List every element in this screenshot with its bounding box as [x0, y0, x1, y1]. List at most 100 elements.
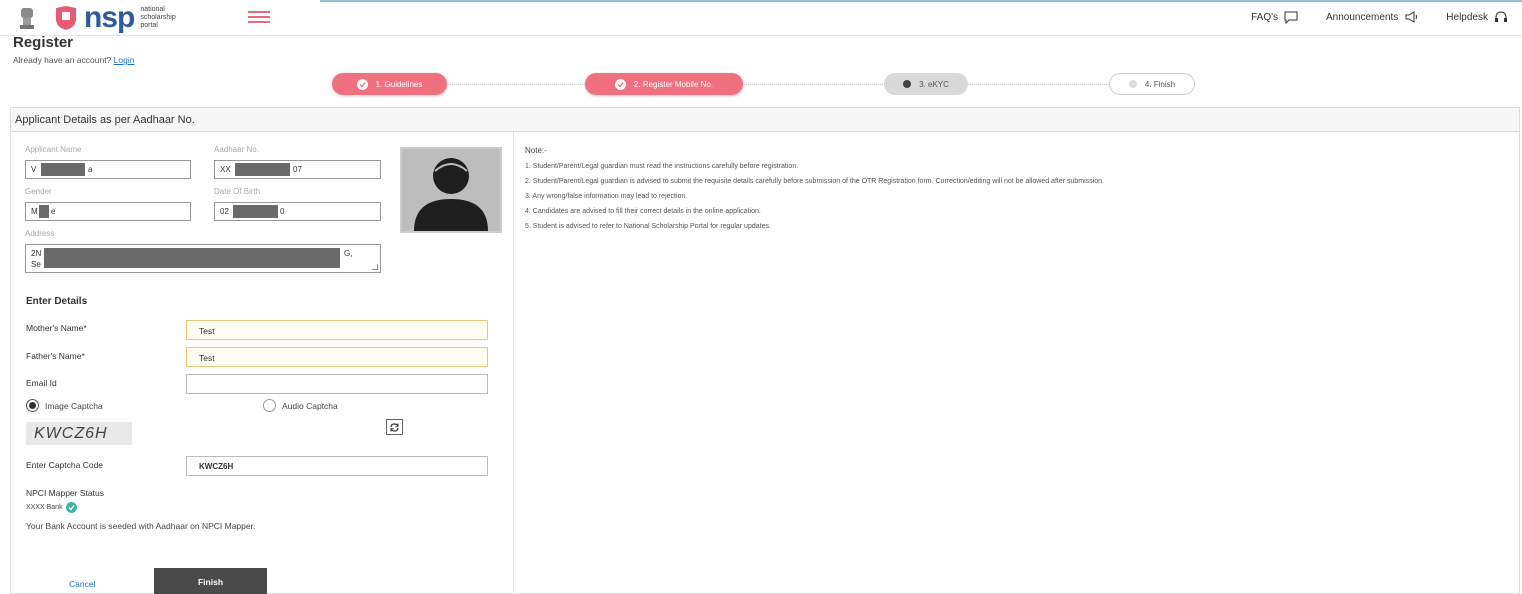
nsp-logo[interactable]: nsp national scholarship portal: [54, 1, 190, 34]
radio-unselected-icon: [263, 399, 276, 412]
field-value-end: 07: [293, 165, 302, 174]
nsp-shield-icon: [56, 6, 76, 30]
refresh-icon: [390, 422, 399, 432]
step-label: 2. Register Mobile No.: [633, 79, 714, 89]
step-dot-icon: [1128, 80, 1137, 88]
dob-label: Date Of Birth: [214, 187, 261, 196]
mother-name-label: Mother's Name*: [26, 323, 87, 333]
note-item: 2. Student/Parent/Legal guardian is advi…: [525, 178, 1104, 185]
step-guidelines[interactable]: 1. Guidelines: [332, 73, 447, 95]
verified-badge-icon: [65, 502, 77, 513]
father-name-input[interactable]: Test: [186, 347, 488, 367]
redaction-block: [41, 163, 85, 176]
applicant-name-field: V a: [25, 160, 191, 179]
redaction-block: [235, 163, 290, 176]
step-register-mobile[interactable]: 2. Register Mobile No.: [585, 73, 743, 95]
finish-button[interactable]: Finish: [154, 568, 267, 594]
faq-link[interactable]: FAQ's: [1251, 10, 1298, 24]
applicant-panel: Applicant Details as per Aadhaar No. App…: [10, 107, 1520, 594]
stepper-line: [447, 84, 1167, 85]
father-name-label: Father's Name*: [26, 351, 85, 361]
step-dot-icon: [903, 80, 912, 88]
panel-header: Applicant Details as per Aadhaar No.: [11, 108, 1519, 132]
field-value-end: 0: [280, 207, 285, 216]
applicant-photo: [400, 147, 502, 233]
redaction-block: [39, 205, 49, 218]
header-accent-line: [320, 0, 1522, 2]
field-value-end: a: [88, 165, 93, 174]
headset-icon: [1495, 11, 1507, 22]
dob-field: 02 0: [214, 202, 381, 221]
redaction-block: [44, 248, 340, 268]
column-divider: [513, 132, 514, 594]
captcha-image: KWCZ6H: [26, 422, 132, 445]
step-label: 4. Finish: [1144, 79, 1176, 89]
field-value-end: e: [51, 207, 56, 216]
redaction-block: [233, 205, 278, 218]
field-value-start: XX: [220, 165, 231, 174]
captcha-code-label: Enter Captcha Code: [26, 460, 104, 470]
top-links: FAQ's Announcements Helpdesk: [1251, 10, 1508, 24]
seeded-message: Your Bank Account is seeded with Aadhaar…: [26, 521, 256, 531]
check-icon: [614, 78, 626, 90]
announcements-link[interactable]: Announcements: [1326, 10, 1418, 24]
address-label: Address: [25, 229, 55, 238]
address-line2-start: Se: [31, 260, 41, 269]
cancel-button[interactable]: Cancel: [69, 579, 95, 589]
bank-status: XXXX Bank: [26, 502, 77, 513]
step-label: 1. Guidelines: [375, 79, 423, 89]
field-value-start: V: [31, 165, 37, 174]
bank-name: XXXX Bank: [26, 504, 63, 511]
address-line1-end: G,: [344, 249, 353, 258]
step-ekyc[interactable]: 3. eKYC: [884, 73, 968, 95]
email-input[interactable]: [186, 374, 488, 394]
announcements-label: Announcements: [1326, 11, 1399, 23]
audio-captcha-option[interactable]: Audio Captcha: [263, 399, 338, 412]
note-item: 3. Any wrong/false information may lead …: [525, 193, 688, 200]
national-emblem-icon: [20, 8, 34, 29]
step-label: 3. eKYC: [919, 79, 949, 89]
address-field: 2N Se G,: [25, 244, 381, 273]
helpdesk-label: Helpdesk: [1446, 11, 1488, 23]
enter-details-title: Enter Details: [26, 296, 88, 307]
note-title: Note:-: [525, 146, 547, 155]
field-value-start: 02: [220, 207, 229, 216]
faq-label: FAQ's: [1251, 11, 1279, 23]
aadhaar-field: XX 07: [214, 160, 381, 179]
megaphone-icon: [1405, 11, 1418, 23]
user-silhouette-icon: [414, 158, 488, 231]
brand-subtitle: national scholarship portal: [140, 6, 176, 29]
gender-label: Gender: [25, 187, 52, 196]
applicant-name-label: Applicant Name: [25, 145, 82, 154]
refresh-captcha-button[interactable]: [386, 419, 403, 435]
image-captcha-option[interactable]: Image Captcha: [26, 399, 103, 412]
hamburger-menu-icon[interactable]: [248, 11, 270, 25]
email-label: Email Id: [26, 378, 57, 388]
captcha-code-input[interactable]: KWCZ6H: [186, 456, 488, 476]
image-captcha-label: Image Captcha: [45, 400, 103, 411]
chat-icon: [1284, 11, 1298, 24]
top-header: nsp national scholarship portal FAQ's An…: [0, 0, 1522, 36]
audio-captcha-label: Audio Captcha: [282, 400, 338, 411]
resize-handle-icon[interactable]: [372, 264, 378, 270]
aadhaar-label: Aadhaar No.: [214, 145, 259, 154]
npci-status-title: NPCI Mapper Status: [26, 488, 104, 498]
note-item: 1. Student/Parent/Legal guardian must re…: [525, 163, 799, 170]
radio-selected-icon: [26, 399, 39, 412]
check-icon: [356, 78, 368, 90]
mother-name-input[interactable]: Test: [186, 320, 488, 340]
brand-name: nsp: [84, 1, 135, 34]
field-value-start: M: [31, 207, 38, 216]
page-title: Register: [13, 34, 74, 51]
panel-title: Applicant Details as per Aadhaar No.: [15, 114, 195, 126]
step-finish[interactable]: 4. Finish: [1109, 73, 1195, 95]
helpdesk-link[interactable]: Helpdesk: [1446, 10, 1508, 24]
notes-list: 1. Student/Parent/Legal guardian must re…: [525, 161, 1104, 236]
already-account-label: Already have an account?: [13, 55, 112, 65]
already-account-text: Already have an account? Login: [13, 55, 134, 65]
note-item: 4. Candidates are advised to fill their …: [525, 208, 761, 215]
gender-field: M e: [25, 202, 191, 221]
note-item: 5. Student is advised to refer to Nation…: [525, 223, 771, 230]
login-link[interactable]: Login: [114, 55, 135, 65]
address-line1-start: 2N: [31, 249, 42, 258]
